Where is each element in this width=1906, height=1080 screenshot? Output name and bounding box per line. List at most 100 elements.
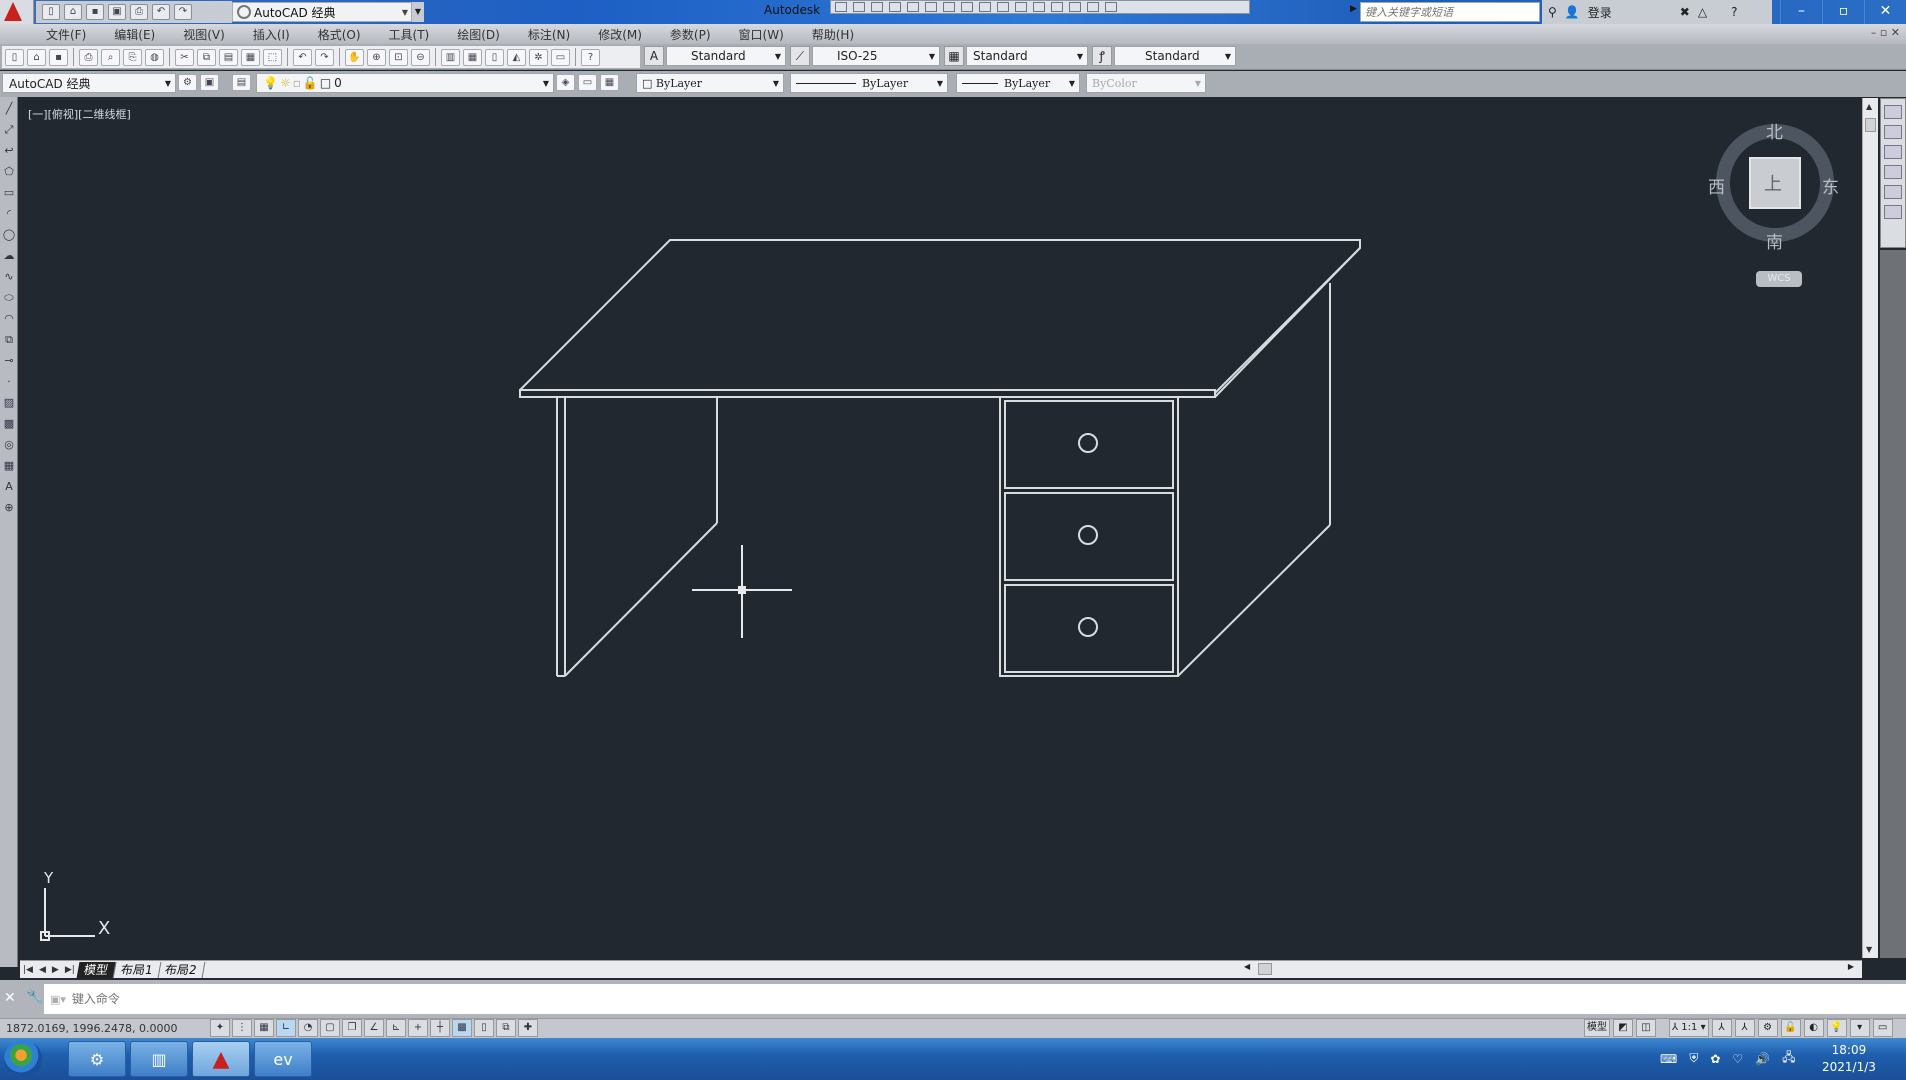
document-window-controls[interactable]: – ▫ ✕ (1871, 26, 1900, 39)
expand-search-icon[interactable]: ▶ (1350, 4, 1357, 14)
lineweight-dropdown[interactable]: ByLayer ▼ (956, 73, 1080, 93)
dim-style-dropdown[interactable]: ISO-25 ▼ (812, 46, 940, 66)
layout-viewport-icon[interactable] (1884, 105, 1902, 119)
single-viewport-icon[interactable] (1884, 145, 1902, 159)
otrack-toggle[interactable]: ∠ (364, 1019, 384, 1037)
menu-draw[interactable]: 绘图(D) (457, 26, 500, 43)
region-icon[interactable]: ◎ (1, 436, 17, 454)
network-icon[interactable]: 🖧 (1782, 1048, 1795, 1069)
line-icon[interactable]: ╱ (1, 100, 17, 118)
table-style-dropdown[interactable]: Standard ▼ (966, 46, 1088, 66)
table-icon[interactable]: ▦ (1, 457, 17, 475)
menu-tools[interactable]: 工具(T) (389, 26, 430, 43)
trim-icon[interactable] (997, 2, 1009, 12)
menu-parametric[interactable]: 参数(P) (670, 26, 711, 43)
save-workspace-icon[interactable]: ▣ (200, 74, 219, 91)
workspace-dropdown[interactable]: AutoCAD 经典 ▼ (232, 2, 412, 22)
design-center-icon[interactable]: ▦ (463, 48, 482, 66)
selection-cycling-toggle[interactable]: ⧉ (496, 1019, 516, 1037)
command-line-close-button[interactable]: ✕ (4, 990, 16, 1006)
zoom-window-icon[interactable]: ⊡ (389, 48, 408, 66)
break-icon[interactable] (1033, 2, 1045, 12)
copy-icon[interactable] (853, 2, 865, 12)
polar-toggle[interactable]: ◔ (298, 1019, 318, 1037)
sheet-set-icon[interactable]: ◭ (507, 48, 526, 66)
print-icon[interactable]: ⎙ (130, 4, 148, 20)
mirror-icon[interactable] (871, 2, 883, 12)
chamfer-icon[interactable] (1069, 2, 1081, 12)
auto-scale-icon[interactable]: ⅄ (1734, 1019, 1755, 1037)
multileader-style-dropdown[interactable]: Standard ▼ (1114, 46, 1236, 66)
taskbar-everything[interactable]: ev (254, 1041, 312, 1077)
text-style-icon[interactable]: A (644, 46, 664, 66)
properties-icon[interactable]: ▥ (441, 48, 460, 66)
undo-icon[interactable]: ↶ (152, 4, 170, 20)
ucs-menu-button[interactable]: WCS (1756, 271, 1802, 287)
viewcube[interactable]: 北 南 东 西 上 (1708, 118, 1840, 253)
transparency-toggle[interactable]: ▩ (452, 1019, 472, 1037)
paste-icon[interactable]: ▤ (219, 48, 238, 66)
cut-icon[interactable]: ✂ (175, 48, 194, 66)
hardware-acceleration-icon[interactable]: ◐ (1803, 1019, 1824, 1037)
annotation-monitor-toggle[interactable]: ✚ (518, 1019, 538, 1037)
menu-modify[interactable]: 修改(M) (598, 26, 642, 43)
workspace-switching-icon[interactable]: ⚙ (1757, 1019, 1778, 1037)
arc-icon[interactable]: ◜ (1, 205, 17, 223)
first-tab-icon[interactable]: |◀ (23, 965, 33, 975)
volume-icon[interactable]: 🔊 (1755, 1052, 1770, 1066)
menu-help[interactable]: 帮助(H) (812, 26, 854, 43)
match-properties-icon[interactable]: ▦ (241, 48, 260, 66)
linetype-dropdown[interactable]: ByLayer ▼ (790, 73, 948, 93)
3d-dwf-icon[interactable]: ◍ (145, 48, 164, 66)
help-icon[interactable]: ? (581, 48, 600, 66)
grid-toggle[interactable]: ▦ (254, 1019, 274, 1037)
taskbar-document-app[interactable]: ▥ (130, 1041, 188, 1077)
zoom-realtime-icon[interactable]: ⊕ (367, 48, 386, 66)
multileader-style-icon[interactable]: ꝭ (1092, 46, 1112, 66)
make-object-layer-current-icon[interactable]: ◈ (556, 74, 575, 91)
viewport-scale-icon[interactable] (1884, 205, 1902, 219)
desk-top[interactable] (519, 239, 1361, 398)
open-icon[interactable]: ⌂ (27, 48, 46, 66)
layer-dropdown[interactable]: 💡 ☼ ▫ 🔓 □ 0 ▼ (256, 73, 554, 93)
recent-commands-icon[interactable]: ▣▾ (50, 993, 66, 1006)
menu-dimension[interactable]: 标注(N) (528, 26, 570, 43)
explode-icon[interactable] (1105, 2, 1117, 12)
save-icon[interactable]: ▪ (49, 48, 68, 66)
quick-view-layouts-icon[interactable]: ◩ (1613, 1019, 1633, 1037)
multiline-text-icon[interactable]: A (1, 478, 17, 496)
clip-viewport-icon[interactable] (1884, 185, 1902, 199)
tool-palettes-icon[interactable]: ▯ (485, 48, 504, 66)
extend-icon[interactable] (1015, 2, 1027, 12)
scroll-up-icon[interactable]: ▲ (1866, 102, 1872, 111)
ellipse-icon[interactable]: ⬭ (1, 289, 17, 307)
3d-osnap-toggle[interactable]: ❐ (342, 1019, 362, 1037)
status-bar-menu-icon[interactable]: ▾ (1849, 1019, 1870, 1037)
redo-icon[interactable]: ↷ (174, 4, 192, 20)
menu-insert[interactable]: 插入(I) (253, 26, 290, 43)
point-icon[interactable]: · (1, 373, 17, 391)
scale-icon[interactable] (961, 2, 973, 12)
vertical-scrollbar[interactable]: ▲ ▼ (1862, 98, 1878, 958)
polygon-icon[interactable]: ⬠ (1, 163, 17, 181)
exchange-icon[interactable]: ✖ (1680, 5, 1690, 19)
application-menu-button[interactable] (0, 0, 34, 24)
markup-icon[interactable]: ✲ (529, 48, 548, 66)
rectangle-icon[interactable]: ▭ (1, 184, 17, 202)
plot-preview-icon[interactable]: ⌕ (101, 48, 120, 66)
hatch-icon[interactable]: ▨ (1, 394, 17, 412)
stretch-icon[interactable] (979, 2, 991, 12)
calculator-icon[interactable]: ▭ (551, 48, 570, 66)
command-line-customize-button[interactable]: 🔧 (26, 989, 43, 1005)
text-style-dropdown[interactable]: Standard ▼ (666, 46, 786, 66)
polyline-icon[interactable]: ↩ (1, 142, 17, 160)
help-icon[interactable]: ? (1731, 5, 1737, 19)
save-icon[interactable]: ▪ (86, 4, 104, 20)
previous-tab-icon[interactable]: ◀ (39, 965, 46, 975)
annotation-visibility-icon[interactable]: ⅄ (1711, 1019, 1732, 1037)
undo-icon[interactable]: ↶ (293, 48, 312, 66)
pan-icon[interactable]: ✋ (345, 48, 364, 66)
layer-properties-icon[interactable]: ▤ (232, 74, 251, 91)
scroll-down-icon[interactable]: ▼ (1866, 945, 1872, 954)
desk-left-panel[interactable] (556, 397, 718, 677)
